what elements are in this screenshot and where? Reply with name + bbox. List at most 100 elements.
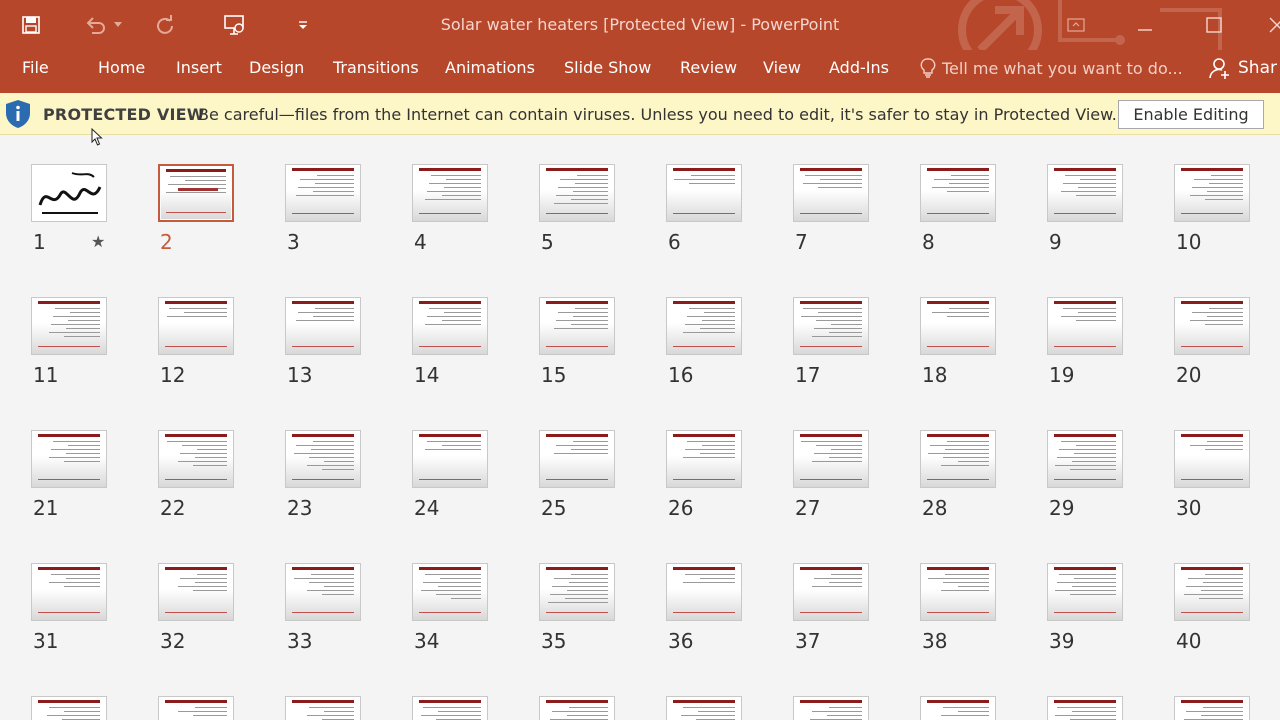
tab-file[interactable]: File [22,58,49,77]
slide-thumbnail[interactable]: 8 [920,164,996,254]
slide-thumbnail[interactable]: 10 [1174,164,1250,254]
slide-thumbnail[interactable]: 20 [1174,297,1250,387]
slide-thumbnail[interactable]: 11 [31,297,107,387]
mouse-cursor-icon [91,128,103,146]
slide-thumbnail[interactable]: 39 [1047,563,1123,653]
slide-number: 22 [160,496,186,520]
slide-number: 1 [33,230,46,254]
slide-thumbnail[interactable]: 33 [285,563,361,653]
slide-thumbnail[interactable] [920,696,996,720]
slide-thumbnail[interactable]: 1 ★ [31,164,107,254]
slide-thumbnail[interactable]: 18 [920,297,996,387]
tab-transitions[interactable]: Transitions [333,58,419,77]
slide-thumbnail[interactable] [158,696,234,720]
slide-number: 36 [668,629,694,653]
slide-preview [285,563,361,621]
share-button[interactable]: Shar [1208,56,1277,80]
slide-thumbnail[interactable]: 28 [920,430,996,520]
slide-thumbnail[interactable]: 22 [158,430,234,520]
slide-thumbnail[interactable]: 26 [666,430,742,520]
close-icon [1269,17,1280,33]
slide-thumbnail[interactable]: 15 [539,297,615,387]
enable-editing-button[interactable]: Enable Editing [1118,100,1264,129]
slide-thumbnail[interactable]: 16 [666,297,742,387]
slide-thumbnail[interactable]: 34 [412,563,488,653]
slide-thumbnail[interactable]: 23 [285,430,361,520]
slide-thumbnail[interactable]: 6 [666,164,742,254]
slide-number: 20 [1176,363,1202,387]
slide-thumbnail[interactable] [1174,696,1250,720]
slide-preview [666,563,742,621]
tab-review[interactable]: Review [680,58,737,77]
slide-thumbnail[interactable]: 25 [539,430,615,520]
ribbon-tabs: File Home Insert Design Transitions Animation… [0,50,1280,93]
slide-thumbnail[interactable]: 38 [920,563,996,653]
tab-add-ins[interactable]: Add-Ins [829,58,889,77]
slide-thumbnail[interactable] [539,696,615,720]
slide-thumbnail[interactable]: 14 [412,297,488,387]
slide-preview [285,430,361,488]
slide-number: 37 [795,629,821,653]
slide-thumbnail[interactable] [285,696,361,720]
ribbon-display-options-button[interactable] [1061,10,1091,40]
slide-number: 4 [414,230,427,254]
slide-sorter: 1 ★ 2 3 4 5 6 7 8 9 10 11 12 13 14 15 16 17 18 19 20 21 22 23 24… [0,136,1280,720]
slide-thumbnail[interactable]: 21 [31,430,107,520]
slide-thumbnail[interactable]: 9 [1047,164,1123,254]
tab-home[interactable]: Home [98,58,145,77]
slide-preview [412,164,488,222]
slide-thumbnail[interactable]: 12 [158,297,234,387]
slide-thumbnail[interactable]: 13 [285,297,361,387]
slide-thumbnail[interactable]: 17 [793,297,869,387]
slide-number: 6 [668,230,681,254]
lightbulb-icon [920,58,936,78]
slide-thumbnail[interactable]: 40 [1174,563,1250,653]
slide-thumbnail[interactable]: 27 [793,430,869,520]
slide-thumbnail[interactable] [1047,696,1123,720]
slide-preview [158,297,234,355]
maximize-icon [1206,17,1222,33]
tab-insert[interactable]: Insert [176,58,222,77]
slide-thumbnail[interactable]: 37 [793,563,869,653]
slide-number: 14 [414,363,440,387]
tab-design[interactable]: Design [249,58,304,77]
slide-thumbnail[interactable]: 30 [1174,430,1250,520]
slide-number: 39 [1049,629,1075,653]
slide-preview [539,164,615,222]
slide-thumbnail[interactable]: 3 [285,164,361,254]
slide-number: 7 [795,230,808,254]
slide-preview [1047,696,1123,720]
slide-thumbnail[interactable] [412,696,488,720]
slide-thumbnail[interactable] [793,696,869,720]
slide-preview [412,696,488,720]
slide-preview [31,563,107,621]
slide-thumbnail[interactable]: 35 [539,563,615,653]
tab-animations[interactable]: Animations [445,58,535,77]
slide-thumbnail[interactable]: 31 [31,563,107,653]
slide-thumbnail[interactable]: 4 [412,164,488,254]
slide-number: 21 [33,496,59,520]
slide-thumbnail[interactable]: 2 [158,164,234,254]
tell-me-search[interactable]: Tell me what you want to do... [920,58,1183,78]
slide-number: 23 [287,496,313,520]
slide-preview [1047,164,1123,222]
slide-thumbnail[interactable]: 36 [666,563,742,653]
slide-thumbnail[interactable] [31,696,107,720]
slide-thumbnail[interactable]: 7 [793,164,869,254]
slide-thumbnail[interactable]: 24 [412,430,488,520]
slide-thumbnail[interactable]: 32 [158,563,234,653]
slide-thumbnail[interactable]: 5 [539,164,615,254]
slide-number: 8 [922,230,935,254]
slide-thumbnail[interactable]: 29 [1047,430,1123,520]
tab-view[interactable]: View [763,58,801,77]
tab-slide-show[interactable]: Slide Show [564,58,651,77]
slide-thumbnail[interactable]: 19 [1047,297,1123,387]
slide-number: 18 [922,363,948,387]
minimize-button[interactable] [1130,10,1160,40]
close-button[interactable] [1262,10,1280,40]
slide-thumbnail[interactable] [666,696,742,720]
slide-number: 12 [160,363,186,387]
slide-preview [158,164,234,222]
slide-number: 31 [33,629,59,653]
maximize-button[interactable] [1199,10,1229,40]
